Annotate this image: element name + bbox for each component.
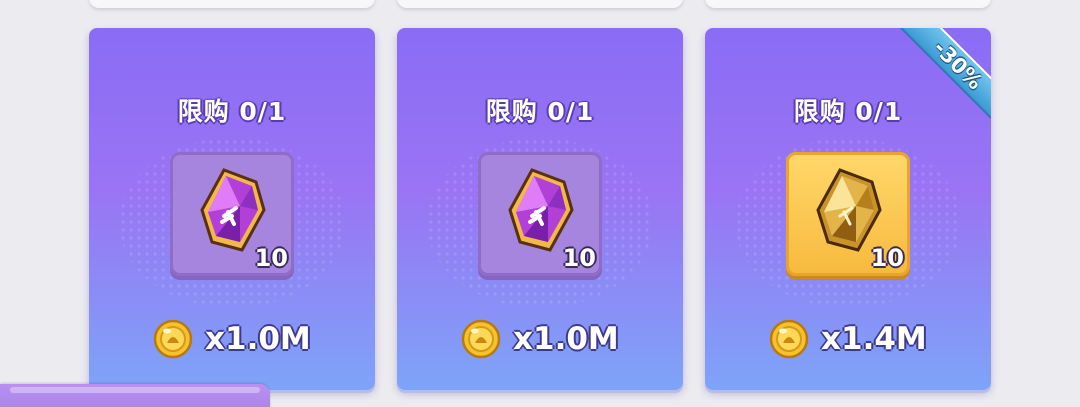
purple-crystal-shard-icon [508,168,574,252]
previous-row-card-stub [397,0,683,8]
gold-coin-icon [769,319,809,359]
price-amount: x1.0M [513,321,619,357]
previous-row-card-stub [89,0,375,8]
price-row: x1.0M [153,314,311,364]
purchase-limit-label: 限购 0/1 [793,97,903,126]
price-row: x1.0M [461,314,619,364]
price-amount: x1.0M [205,321,311,357]
item-quantity: 10 [562,244,596,272]
item-slot[interactable]: 10 [478,152,602,276]
price-amount: x1.4M [821,321,927,357]
purchase-limit-label: 限购 0/1 [485,97,595,126]
shop-item-card[interactable]: 限购 0/1 10 x1.0M [89,28,375,390]
item-quantity: 10 [870,244,904,272]
item-slot[interactable]: 10 [170,152,294,276]
item-quantity: 10 [254,244,288,272]
previous-row-card-stub [705,0,991,8]
gold-coin-icon [461,319,501,359]
shop-item-card[interactable]: 限购 0/1 10 x1.0M [397,28,683,390]
bottom-tab[interactable] [0,384,270,407]
shop-item-card[interactable]: -30% 限购 0/1 10 x1.4M [705,28,991,390]
price-row: x1.4M [769,314,927,364]
gold-coin-icon [153,319,193,359]
item-slot[interactable]: 10 [786,152,910,276]
purchase-limit-label: 限购 0/1 [177,97,287,126]
purple-crystal-shard-icon [200,168,266,252]
gold-crystal-shard-icon [816,168,882,252]
